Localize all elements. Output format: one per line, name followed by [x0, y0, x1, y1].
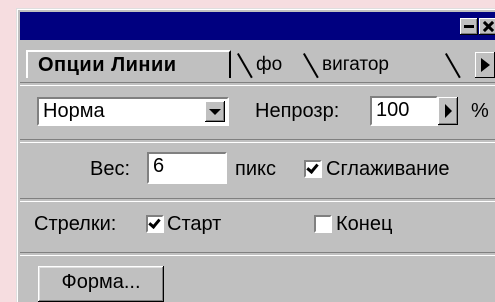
tab-strip: Опции Линии фо вигатор — [20, 44, 495, 79]
tab-navigator[interactable]: вигатор — [322, 54, 389, 78]
tab-divider — [237, 53, 253, 79]
tab-divider — [445, 53, 461, 79]
opacity-percent: % — [471, 100, 489, 122]
blend-mode-value: Норма — [43, 100, 105, 122]
divider — [20, 198, 495, 202]
divider — [20, 139, 495, 143]
weight-label: Вес: — [90, 158, 131, 180]
tab-line-options[interactable]: Опции Линии — [26, 50, 231, 78]
antialias-label: Сглаживание — [326, 158, 450, 180]
line-options-palette: Опции Линии фо вигатор Норма Непрозр: 10… — [16, 8, 495, 302]
opacity-label: Непрозр: — [255, 100, 340, 122]
weight-input[interactable]: 6 — [147, 152, 227, 184]
tab-divider — [303, 53, 319, 79]
minimize-icon[interactable] — [460, 18, 478, 35]
arrow-start-label: Старт — [167, 213, 222, 235]
divider — [20, 82, 495, 86]
arrow-start-checkbox[interactable] — [146, 215, 164, 233]
arrow-right-icon[interactable] — [475, 52, 495, 78]
arrow-end-checkbox[interactable] — [314, 215, 332, 233]
weight-unit: пикс — [235, 158, 276, 180]
arrow-end-label: Конец — [336, 213, 393, 235]
opacity-arrow-icon[interactable] — [438, 97, 458, 125]
arrows-label: Стрелки: — [34, 213, 117, 235]
palette-titlebar[interactable] — [20, 12, 495, 40]
tab-info[interactable]: фо — [256, 54, 282, 78]
opacity-input[interactable]: 100 — [370, 96, 438, 126]
divider — [20, 252, 495, 256]
close-icon[interactable] — [479, 18, 495, 35]
chevron-down-icon[interactable] — [205, 101, 225, 122]
antialias-checkbox[interactable] — [304, 160, 322, 178]
shape-button[interactable]: Форма... — [38, 266, 164, 302]
blend-mode-select[interactable]: Норма — [37, 97, 229, 126]
